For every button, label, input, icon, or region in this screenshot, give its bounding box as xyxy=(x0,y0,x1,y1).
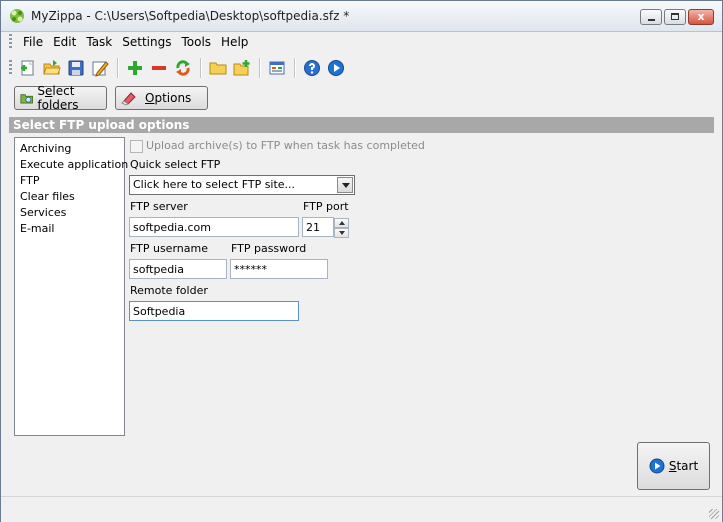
minimize-button[interactable] xyxy=(640,9,662,25)
toolbar xyxy=(1,54,722,82)
close-button[interactable]: x xyxy=(688,9,714,25)
list-item-email[interactable]: E-mail xyxy=(15,221,124,237)
chevron-down-icon[interactable] xyxy=(337,177,353,193)
eraser-icon xyxy=(121,92,136,106)
window-controls: x xyxy=(638,9,714,25)
run-button[interactable] xyxy=(326,58,346,78)
ftp-server-label: FTP server xyxy=(130,200,188,213)
toolbar-separator xyxy=(200,58,202,78)
run-icon xyxy=(328,60,344,76)
title-bar[interactable]: MyZippa - C:\Users\Softpedia\Desktop\sof… xyxy=(1,1,722,32)
list-item-clear-files[interactable]: Clear files xyxy=(15,189,124,205)
new-task-icon xyxy=(21,60,34,76)
remote-folder-label: Remote folder xyxy=(130,284,208,297)
add-icon xyxy=(128,61,142,75)
app-logo-icon xyxy=(10,9,24,23)
toolbar-grip-handle[interactable] xyxy=(9,60,12,76)
folder-icon xyxy=(209,62,227,75)
help-icon xyxy=(304,60,320,76)
refresh-button[interactable] xyxy=(173,58,193,78)
spin-down-icon[interactable] xyxy=(334,228,349,238)
edit-icon xyxy=(92,61,109,77)
quick-select-ftp-dropdown[interactable]: Click here to select FTP site... xyxy=(129,175,355,195)
spin-up-icon[interactable] xyxy=(334,218,349,228)
add-button[interactable] xyxy=(125,58,145,78)
maximize-button[interactable] xyxy=(664,9,686,25)
ftp-password-label: FTP password xyxy=(231,242,307,255)
ftp-server-input[interactable] xyxy=(129,217,299,237)
select-folders-label: Select folders xyxy=(37,84,79,112)
start-button[interactable]: Start xyxy=(637,442,710,490)
view-icon xyxy=(269,61,285,75)
view-button[interactable] xyxy=(267,58,287,78)
ftp-port-label: FTP port xyxy=(303,200,349,213)
upload-to-ftp-label: Upload archive(s) to FTP when task has c… xyxy=(146,139,425,152)
open-button[interactable] xyxy=(42,58,62,78)
section-header: Select FTP upload options xyxy=(9,117,714,133)
menu-tools[interactable]: Tools xyxy=(176,31,216,53)
list-item-archiving[interactable]: Archiving xyxy=(15,141,124,157)
options-button[interactable]: Options xyxy=(115,86,208,110)
new-task-button[interactable] xyxy=(18,58,38,78)
list-item-execute-application[interactable]: Execute application xyxy=(15,157,128,173)
menu-settings[interactable]: Settings xyxy=(117,31,176,53)
options-category-list[interactable]: Archiving Execute application FTP Clear … xyxy=(14,137,128,436)
save-icon xyxy=(68,60,84,76)
ftp-username-input[interactable] xyxy=(129,259,227,279)
toolbar-separator xyxy=(117,58,119,78)
quick-select-value: Click here to select FTP site... xyxy=(133,178,296,191)
list-item-services[interactable]: Services xyxy=(15,205,124,221)
upload-to-ftp-checkbox[interactable] xyxy=(130,140,143,153)
close-icon: x xyxy=(697,10,705,23)
options-label: Options xyxy=(145,91,192,105)
window-title: MyZippa - C:\Users\Softpedia\Desktop\sof… xyxy=(31,9,350,23)
list-item-ftp[interactable]: FTP xyxy=(15,173,124,189)
edit-button[interactable] xyxy=(90,58,110,78)
help-button[interactable] xyxy=(302,58,322,78)
app-window: MyZippa - C:\Users\Softpedia\Desktop\sof… xyxy=(0,0,723,522)
menu-grip-handle[interactable] xyxy=(9,34,12,50)
select-folders-button[interactable]: Select folders xyxy=(14,84,107,112)
remove-button[interactable] xyxy=(149,58,169,78)
ftp-password-input[interactable] xyxy=(230,259,328,279)
add-folder-button[interactable] xyxy=(232,58,252,78)
resize-grip-icon[interactable] xyxy=(709,509,719,519)
menu-bar: File Edit Task Settings Tools Help xyxy=(1,31,722,53)
status-bar xyxy=(1,496,722,522)
remote-folder-input[interactable] xyxy=(129,301,299,321)
minimize-icon xyxy=(648,19,655,21)
maximize-icon xyxy=(671,13,679,20)
open-icon xyxy=(43,60,61,75)
add-folder-icon xyxy=(233,60,250,76)
quick-select-label: Quick select FTP xyxy=(130,158,221,171)
menu-help[interactable]: Help xyxy=(216,31,253,53)
ftp-port-input[interactable] xyxy=(302,217,334,237)
select-folders-icon xyxy=(20,94,33,104)
toolbar-separator xyxy=(294,58,296,78)
ftp-port-stepper[interactable] xyxy=(334,218,349,238)
play-icon xyxy=(649,458,665,474)
folder-button[interactable] xyxy=(208,58,228,78)
start-label: Start xyxy=(668,459,699,473)
ftp-username-label: FTP username xyxy=(130,242,208,255)
menu-file[interactable]: File xyxy=(18,31,48,53)
menu-edit[interactable]: Edit xyxy=(48,31,81,53)
refresh-icon xyxy=(176,60,190,76)
menu-task[interactable]: Task xyxy=(81,31,117,53)
save-button[interactable] xyxy=(66,58,86,78)
remove-icon xyxy=(152,66,166,70)
toolbar-separator xyxy=(259,58,261,78)
